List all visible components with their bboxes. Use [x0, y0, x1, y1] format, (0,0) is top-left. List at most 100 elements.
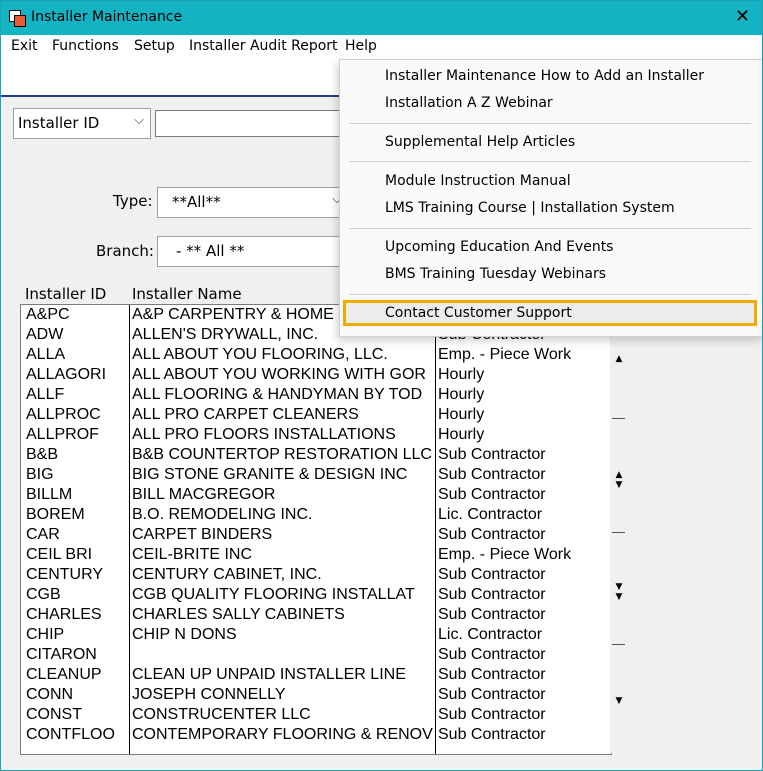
- installer-list[interactable]: A&PCA&P CARPENTRY & HOMESub ContractorAD…: [20, 304, 612, 755]
- vertical-scrollbar[interactable]: ▲ ▲ ▼ ▼ ▼ ▼: [610, 304, 628, 753]
- installer-name-cell: BIG STONE GRANITE & DESIGN INC: [132, 466, 408, 483]
- chevron-down-icon[interactable]: ⌵: [134, 113, 144, 128]
- help-item-how-to-add-installer[interactable]: Installer Maintenance How to Add an Inst…: [385, 68, 704, 84]
- help-item-module-manual[interactable]: Module Instruction Manual: [385, 173, 571, 189]
- installer-id-cell: CONN: [26, 686, 74, 703]
- installer-id-cell: CENTURY: [26, 566, 104, 583]
- installer-name-cell: [132, 645, 435, 665]
- column-header-installer-id[interactable]: Installer ID: [25, 285, 106, 303]
- installer-id-cell: A&PC: [26, 306, 70, 323]
- installer-id-cell: CGB: [26, 586, 61, 603]
- installer-id-cell: CLEANUP: [26, 666, 102, 683]
- table-row[interactable]: CAR CARPET BINDERS Sub Contractor: [21, 525, 611, 545]
- menu-setup[interactable]: Setup: [134, 38, 175, 54]
- search-field-select[interactable]: Installer ID ⌵: [13, 108, 151, 139]
- table-row[interactable]: CLEANUP CLEAN UP UNPAID INSTALLER LINE Sub…: [21, 665, 611, 685]
- table-row[interactable]: B&B B&B COUNTERTOP RESTORATION LLC Sub Con…: [21, 445, 611, 465]
- installer-type-cell: Sub Contractor: [438, 706, 546, 723]
- menu-separator: [349, 228, 751, 229]
- column-header-installer-name[interactable]: Installer Name: [132, 285, 242, 303]
- table-row[interactable]: ALLPROC ALL PRO CARPET CLEANERS Hourly: [21, 405, 611, 425]
- table-row[interactable]: CONN JOSEPH CONNELLY Sub Contractor: [21, 685, 611, 705]
- installer-type-cell: Sub Contractor: [438, 726, 546, 743]
- page-up-icon[interactable]: ▲ ▼: [612, 470, 626, 490]
- table-row[interactable]: ALLA ALL ABOUT YOU FLOORING, LLC. Emp. - P…: [21, 345, 611, 365]
- installer-id-cell: ALLF: [26, 386, 65, 403]
- installer-id-cell: ADW: [26, 326, 64, 343]
- installer-name-cell: JOSEPH CONNELLY: [132, 686, 286, 703]
- table-row[interactable]: CONTFLOO CONTEMPORARY FLOORING & RENOV Sub…: [21, 725, 611, 745]
- scroll-down-icon[interactable]: ▼: [612, 696, 626, 706]
- installer-type-cell: Sub Contractor: [438, 686, 546, 703]
- table-row[interactable]: BIG BIG STONE GRANITE & DESIGN INC Sub Con…: [21, 465, 611, 485]
- installer-id-cell: ALLA: [26, 346, 66, 363]
- table-row[interactable]: CITARON Sub Contractor: [21, 645, 611, 665]
- table-row[interactable]: CHIP CHIP N DONS Lic. Contractor: [21, 625, 611, 645]
- installer-id-cell: ALLPROF: [26, 426, 99, 443]
- installer-name-cell: CENTURY CABINET, INC.: [132, 566, 322, 583]
- table-row[interactable]: ALLPROF ALL PRO FLOORS INSTALLATIONS Hourl…: [21, 425, 611, 445]
- installer-type-cell: Lic. Contractor: [438, 626, 543, 643]
- search-input[interactable]: [155, 110, 347, 137]
- installer-type-cell: Sub Contractor: [438, 586, 546, 603]
- menu-functions[interactable]: Functions: [52, 38, 119, 54]
- table-row[interactable]: CGB CGB QUALITY FLOORING INSTALLAT Sub Con…: [21, 585, 611, 605]
- search-field-value: Installer ID: [18, 114, 100, 132]
- menu-separator: [349, 161, 751, 162]
- installer-name-cell: B&B COUNTERTOP RESTORATION LLC: [132, 446, 432, 463]
- installer-type-cell: Lic. Contractor: [438, 506, 543, 523]
- table-row[interactable]: CEIL BRI CEIL-BRITE INC Emp. - Piece Work: [21, 545, 611, 565]
- installer-name-cell: CONTEMPORARY FLOORING & RENOV: [132, 726, 433, 743]
- installer-id-cell: CHARLES: [26, 606, 102, 623]
- installer-name-cell: CGB QUALITY FLOORING INSTALLAT: [132, 586, 415, 603]
- table-row[interactable]: CENTURY CENTURY CABINET, INC. Sub Contract…: [21, 565, 611, 585]
- installer-name-cell: ALL FLOORING & HANDYMAN BY TOD: [132, 386, 423, 403]
- installer-type-cell: Hourly: [438, 366, 485, 383]
- installer-name-cell: CHARLES SALLY CABINETS: [132, 606, 345, 623]
- page-down-icon[interactable]: ▼ ▼: [612, 582, 626, 602]
- installer-id-cell: CITARON: [26, 646, 97, 663]
- menu-bar: Exit Functions Setup Installer Audit Rep…: [1, 35, 762, 59]
- installer-name-cell: CHIP N DONS: [132, 626, 237, 643]
- installer-type-cell: Sub Contractor: [438, 526, 546, 543]
- help-item-bms-webinars[interactable]: BMS Training Tuesday Webinars: [385, 266, 606, 282]
- installer-id-cell: BIG: [26, 466, 54, 483]
- installer-name-cell: B.O. REMODELING INC.: [132, 506, 313, 523]
- installer-type-cell: Hourly: [438, 386, 485, 403]
- table-row[interactable]: ALLF ALL FLOORING & HANDYMAN BY TOD Hourly: [21, 385, 611, 405]
- installer-type-cell: Sub Contractor: [438, 566, 546, 583]
- installer-name-cell: CONSTRUCENTER LLC: [132, 706, 311, 723]
- close-icon[interactable]: ✕: [735, 7, 750, 27]
- scroll-up-icon[interactable]: ▲: [612, 354, 626, 364]
- table-row[interactable]: CHARLES CHARLES SALLY CABINETS Sub Contrac…: [21, 605, 611, 625]
- window-title: Installer Maintenance: [31, 9, 183, 25]
- table-row[interactable]: CONST CONSTRUCENTER LLC Sub Contractor: [21, 705, 611, 725]
- help-item-supplemental-articles[interactable]: Supplemental Help Articles: [385, 134, 575, 150]
- title-bar[interactable]: Installer Maintenance ✕: [1, 1, 762, 35]
- installer-id-cell: CEIL BRI: [26, 546, 93, 563]
- installer-type-cell: Emp. - Piece Work: [438, 546, 572, 563]
- installer-name-cell: ALL PRO CARPET CLEANERS: [132, 406, 359, 423]
- type-select[interactable]: **All** ⌵: [157, 187, 349, 218]
- branch-value: - ** All **: [176, 242, 245, 260]
- installer-id-cell: B&B: [26, 446, 59, 463]
- menu-exit[interactable]: Exit: [11, 38, 38, 54]
- branch-select[interactable]: - ** All **: [157, 236, 349, 267]
- type-value: **All**: [172, 193, 221, 211]
- table-row[interactable]: BOREM B.O. REMODELING INC. Lic. Contractor: [21, 505, 611, 525]
- menu-separator: [349, 294, 751, 295]
- menu-help[interactable]: Help: [345, 38, 377, 54]
- table-row[interactable]: BILLM BILL MACGREGOR Sub Contractor: [21, 485, 611, 505]
- menu-installer-audit-report[interactable]: Installer Audit Report: [189, 38, 338, 54]
- installer-type-cell: Emp. - Piece Work: [438, 346, 572, 363]
- installer-type-cell: Sub Contractor: [438, 486, 546, 503]
- app-icon: [9, 10, 26, 27]
- table-row[interactable]: ALLAGORI ALL ABOUT YOU WORKING WITH GOR Ho…: [21, 365, 611, 385]
- help-item-contact-support[interactable]: Contact Customer Support: [385, 305, 572, 321]
- installer-type-cell: Hourly: [438, 406, 485, 423]
- help-item-upcoming-events[interactable]: Upcoming Education And Events: [385, 239, 613, 255]
- installer-type-cell: Sub Contractor: [438, 606, 546, 623]
- installer-maintenance-window: Installer Maintenance ✕ Exit Functions S…: [0, 0, 763, 771]
- help-item-lms-training[interactable]: LMS Training Course | Installation Syste…: [385, 200, 675, 216]
- help-item-installation-webinar[interactable]: Installation A Z Webinar: [385, 95, 553, 111]
